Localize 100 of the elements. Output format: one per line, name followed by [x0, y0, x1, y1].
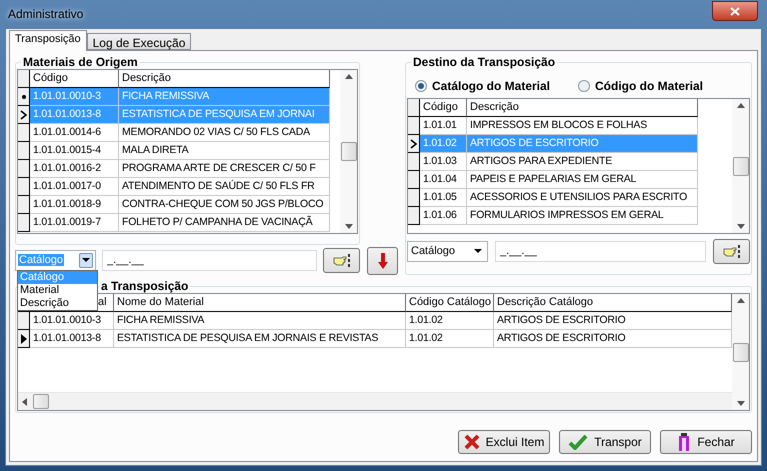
left-arrow-icon[interactable]: [22, 398, 27, 406]
table-cell: FOLHETO P/ CAMPANHA DE VACINAÇÃ: [119, 214, 330, 232]
scrollbar-thumb[interactable]: [732, 342, 748, 362]
x-icon: [464, 434, 480, 450]
row-header[interactable]: [18, 214, 30, 232]
down-arrow-icon[interactable]: [736, 401, 744, 406]
table-cell: PROGRAMA ARTE DE CRESCER C/ 50 F: [119, 160, 330, 178]
row-header[interactable]: [18, 124, 30, 142]
code-input[interactable]: _.__.__: [495, 240, 706, 262]
scrollbar-thumb[interactable]: [340, 142, 356, 161]
table-cell: 1.01.06: [420, 207, 467, 225]
column-header[interactable]: Nome do Material: [114, 294, 406, 312]
row-header[interactable]: [18, 88, 30, 106]
table-cell: IMPRESSOS EM BLOCOS E FOLHAS: [467, 117, 698, 135]
vertical-scrollbar[interactable]: [732, 294, 749, 410]
row-header[interactable]: [18, 142, 30, 160]
group-title: a Transposição: [100, 279, 190, 293]
action-button[interactable]: Exclui Item: [458, 430, 550, 454]
transfer-button[interactable]: [367, 247, 398, 275]
radio-option[interactable]: Código do Material: [578, 79, 704, 93]
table-cell: CONTRA-CHEQUE COM 50 JGS P/BLOCO: [119, 196, 330, 214]
tab[interactable]: Transposição: [9, 30, 87, 51]
column-header[interactable]: Código: [30, 70, 119, 88]
table-cell: ATENDIMENTO DE SAÚDE C/ 50 FLS FR: [119, 178, 330, 196]
table-cell: MEMORANDO 02 VIAS C/ 50 FLS CADA: [119, 124, 330, 142]
table-cell: 1.01.01.0010-3: [30, 88, 119, 106]
row-header[interactable]: [18, 330, 30, 348]
table-cell: 1.01.02: [406, 312, 494, 330]
search-button[interactable]: [713, 238, 750, 264]
scrollbar-thumb[interactable]: [33, 394, 49, 409]
row-header[interactable]: [18, 312, 30, 330]
tab[interactable]: Log de Execução: [86, 33, 192, 50]
table-cell: 1.01.04: [420, 171, 467, 189]
row-header[interactable]: [18, 178, 30, 196]
row-header[interactable]: [18, 106, 30, 124]
column-header[interactable]: Código: [420, 99, 467, 117]
up-arrow-icon[interactable]: [736, 103, 744, 108]
table-cell: PAPEIS E PAPELARIAS EM GERAL: [467, 171, 698, 189]
down-arrow-icon[interactable]: [344, 224, 352, 229]
table-cell: 1.01.01.0013-8: [30, 106, 119, 124]
row-header[interactable]: [408, 135, 420, 153]
table-cell: 1.01.01.0016-2: [30, 160, 119, 178]
table-cell: ESTATISTICA DE PESQUISA EM JORNAI: [119, 106, 330, 124]
row-header[interactable]: [408, 189, 420, 207]
table-cell: ARTIGOS DE ESCRITORIO: [494, 330, 732, 348]
column-header[interactable]: Código Catálogo: [406, 294, 494, 312]
dropdown-arrow-icon: [474, 249, 482, 253]
table-cell: 1.01.02: [406, 330, 494, 348]
column-header[interactable]: Descrição: [467, 99, 698, 117]
up-arrow-icon[interactable]: [344, 74, 352, 79]
table-cell: 1.01.01.0018-9: [30, 196, 119, 214]
close-button[interactable]: [712, 1, 758, 21]
action-button[interactable]: Transpor: [559, 430, 651, 454]
table-cell: 1.01.01.0014-6: [30, 124, 119, 142]
down-arrow-icon: [378, 253, 388, 269]
down-arrow-icon[interactable]: [736, 224, 744, 229]
horizontal-scrollbar[interactable]: [18, 392, 732, 410]
table-cell: 1.01.01.0019-7: [30, 214, 119, 232]
row-header[interactable]: [408, 153, 420, 171]
code-input[interactable]: _.__.__: [102, 250, 317, 270]
radio-option[interactable]: Catálogo do Material: [415, 79, 550, 93]
row-header[interactable]: [18, 160, 30, 178]
table-cell: FORMULARIOS IMPRESSOS EM GERAL: [467, 207, 698, 225]
row-header[interactable]: [408, 171, 420, 189]
table-cell: 1.01.01.0010-3: [30, 312, 114, 330]
table-cell: 1.01.01.0017-0: [30, 178, 119, 196]
up-arrow-icon[interactable]: [736, 298, 744, 303]
catalog-dropdown[interactable]: Catálogo: [407, 240, 488, 262]
search-button[interactable]: [323, 248, 360, 272]
vertical-scrollbar[interactable]: [340, 70, 357, 233]
close-icon: [730, 6, 740, 16]
row-header[interactable]: [18, 196, 30, 214]
dropdown-arrow-icon: [82, 258, 90, 262]
dropdown-button[interactable]: [79, 252, 93, 268]
table-cell: ACESSORIOS E UTENSILIOS PARA ESCRITO: [467, 189, 698, 207]
vertical-scrollbar[interactable]: [732, 99, 749, 233]
pointing-hand-icon: [722, 244, 740, 258]
action-button[interactable]: Fechar: [660, 430, 752, 454]
column-header[interactable]: Descrição Catálogo: [494, 294, 732, 312]
pointing-hand-icon: [332, 253, 350, 267]
table-cell: ARTIGOS DE ESCRITORIO: [467, 135, 698, 153]
row-header: [408, 99, 420, 117]
table-cell: 1.01.03: [420, 153, 467, 171]
window-title: Administrativo: [8, 7, 84, 21]
group-title: Destino da Transposição: [412, 55, 556, 69]
table-cell: 1.01.02: [420, 135, 467, 153]
scrollbar-thumb[interactable]: [732, 156, 748, 176]
table-cell: ARTIGOS DE ESCRITORIO: [494, 312, 732, 330]
row-header: [18, 70, 30, 88]
column-header[interactable]: Descrição: [119, 70, 330, 88]
table-cell: FICHA REMISSIVA: [114, 312, 406, 330]
door-icon: [677, 433, 692, 451]
table-cell: 1.01.05: [420, 189, 467, 207]
table-cell: 1.01.01.0015-4: [30, 142, 119, 160]
table-cell: 1.01.01.0013-8: [30, 330, 114, 348]
table-cell: MALA DIRETA: [119, 142, 330, 160]
row-header[interactable]: [408, 207, 420, 225]
group-title: Materiais de Origem: [22, 55, 139, 69]
row-header[interactable]: [408, 117, 420, 135]
data-grid[interactable]: [407, 98, 750, 234]
